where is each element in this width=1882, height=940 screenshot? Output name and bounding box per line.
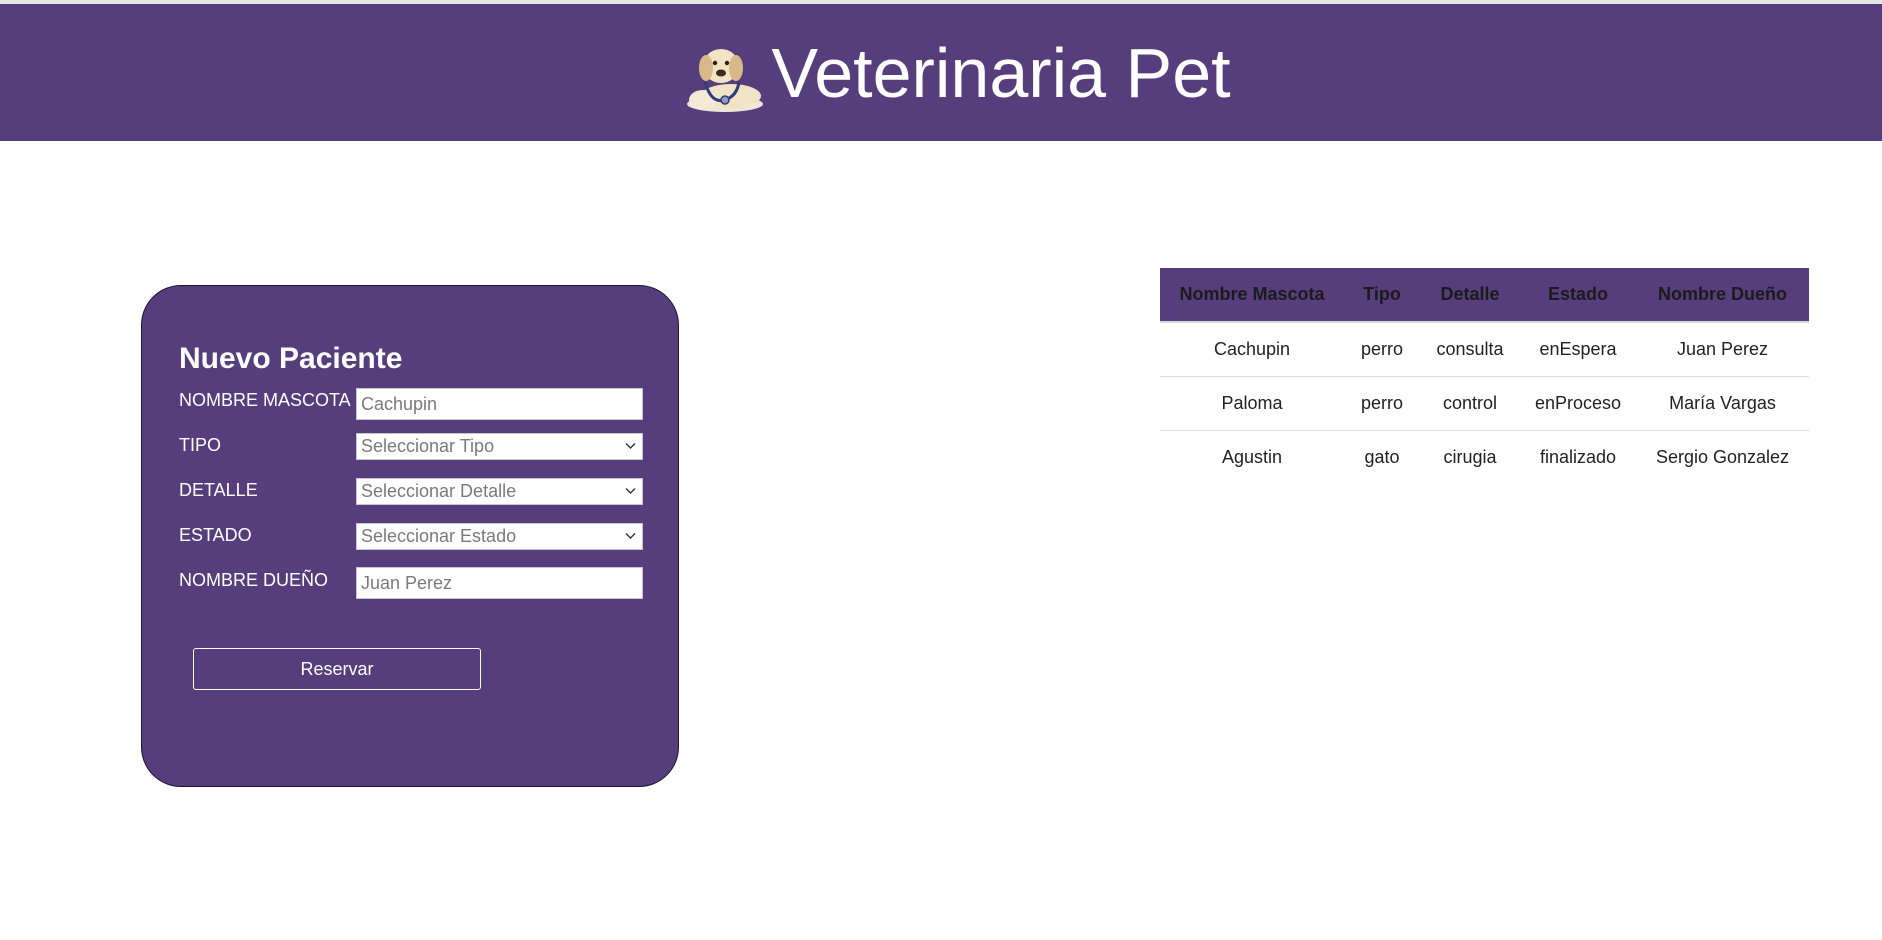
owner-name-input[interactable]: Juan Perez — [356, 567, 643, 599]
column-header: Nombre Dueño — [1636, 268, 1809, 323]
owner-name-label: NOMBRE DUEÑO — [179, 570, 329, 590]
table-cell: perro — [1344, 376, 1420, 431]
table-row: Cachupin perro consulta enEspera Juan Pe… — [1160, 322, 1809, 377]
detail-label: DETALLE — [179, 480, 258, 500]
detail-select-value: Seleccionar Detalle — [361, 481, 517, 501]
form-title: Nuevo Paciente — [179, 342, 403, 375]
owner-name-placeholder: Juan Perez — [361, 572, 453, 593]
chevron-down-icon — [625, 442, 636, 449]
pet-name-placeholder: Cachupin — [361, 393, 438, 414]
table-row: Agustin gato cirugia finalizado Sergio G… — [1160, 431, 1809, 485]
pet-name-input[interactable]: Cachupin — [356, 388, 643, 420]
detail-select[interactable]: Seleccionar Detalle — [356, 478, 643, 505]
column-header: Detalle — [1420, 268, 1520, 323]
header-brand: Veterinaria Pet — [681, 32, 1231, 114]
column-header: Estado — [1520, 268, 1636, 323]
table-cell: Juan Perez — [1636, 322, 1809, 377]
dog-with-stethoscope-icon — [687, 48, 764, 112]
table-cell: perro — [1344, 322, 1420, 377]
table-cell: Cachupin — [1160, 322, 1344, 377]
patients-table-container: Nombre Mascota Tipo Detalle Estado Nombr… — [1160, 268, 1809, 484]
patients-table: Nombre Mascota Tipo Detalle Estado Nombr… — [1160, 268, 1809, 484]
status-select[interactable]: Seleccionar Estado — [356, 523, 643, 550]
table-cell: consulta — [1420, 322, 1520, 377]
table-cell: Sergio Gonzalez — [1655, 447, 1790, 467]
column-header: Nombre Mascota — [1160, 268, 1344, 323]
site-title: Veterinaria Pet — [771, 33, 1231, 112]
chevron-down-icon — [625, 532, 636, 539]
table-cell: Agustin — [1221, 447, 1283, 467]
status-select-value: Seleccionar Estado — [361, 526, 517, 546]
table-header-row: Nombre Mascota Tipo Detalle Estado Nombr… — [1160, 268, 1809, 323]
site-header: Veterinaria Pet — [0, 4, 1882, 141]
table-cell: enEspera — [1520, 322, 1636, 377]
chevron-down-icon — [625, 487, 636, 494]
table-cell: cirugia — [1443, 447, 1497, 467]
table-cell: gato — [1364, 447, 1400, 467]
table-cell: control — [1420, 376, 1520, 431]
table-cell: finalizado — [1539, 447, 1617, 467]
type-select[interactable]: Seleccionar Tipo — [356, 433, 643, 460]
type-select-value: Seleccionar Tipo — [361, 436, 495, 456]
column-header: Tipo — [1344, 268, 1420, 323]
new-patient-form: Nuevo Paciente NOMBRE MASCOTA Cachupin T… — [141, 285, 679, 787]
pet-name-label: NOMBRE MASCOTA — [179, 390, 351, 410]
table-cell: Paloma — [1160, 376, 1344, 431]
type-label: TIPO — [179, 435, 222, 455]
table-cell: enProceso — [1520, 376, 1636, 431]
table-row: Paloma perro control enProceso María Var… — [1160, 376, 1809, 431]
table-cell: María Vargas — [1636, 376, 1809, 431]
status-label: ESTADO — [179, 525, 252, 545]
reserve-button[interactable]: Reservar — [193, 648, 481, 690]
